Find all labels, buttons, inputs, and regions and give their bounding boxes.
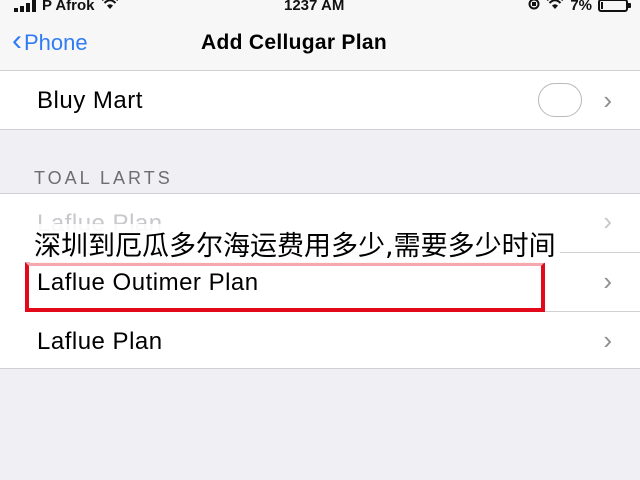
list-item-store[interactable]: Bluy Mart › [0, 71, 640, 130]
overlay-caption: 深圳到厄瓜多尔海运费用多少,需要多少时间 [30, 224, 560, 263]
wifi-icon [101, 0, 119, 14]
chevron-right-icon: › [603, 206, 612, 236]
carrier-name: P Afrok [42, 0, 95, 14]
chevron-right-icon: › [603, 325, 612, 355]
status-left: P Afrok [14, 0, 119, 14]
highlight-box [25, 262, 545, 312]
chevron-right-icon: › [603, 85, 612, 115]
navigation-bar: ‹ Phone Add Cellugar Plan [0, 18, 640, 71]
list-item-plan-3[interactable]: Laflue Plan › [0, 312, 640, 370]
status-bar: P Afrok 1237 AM 7% [0, 0, 640, 18]
page-title: Add Cellugar Plan [201, 31, 387, 54]
battery-percent: 7% [570, 0, 592, 14]
chevron-right-icon: › [603, 266, 612, 296]
radio-circle[interactable] [538, 83, 582, 117]
section-header: TOAL LARTS [34, 168, 173, 188]
list-item-label: Laflue Plan [37, 328, 163, 355]
wifi-icon [546, 0, 564, 14]
signal-bars-icon [14, 0, 36, 12]
rotation-lock-icon [528, 0, 540, 14]
battery-icon [598, 0, 631, 12]
list-item-label: Bluy Mart [37, 87, 143, 114]
status-right: 7% [528, 0, 631, 14]
status-time: 1237 AM [284, 0, 345, 14]
